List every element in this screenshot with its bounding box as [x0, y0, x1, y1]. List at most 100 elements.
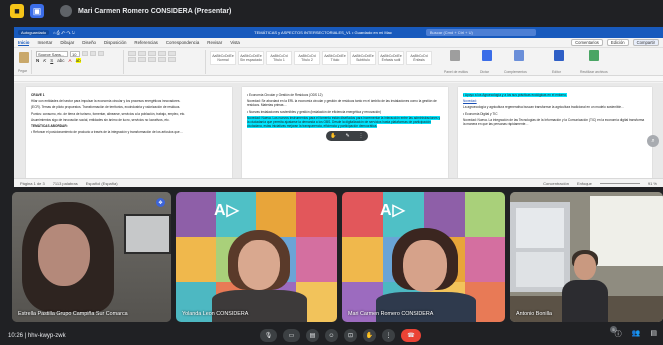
- microphone-icon[interactable]: 🎙: [260, 329, 277, 342]
- edit-mode-button[interactable]: Edición: [606, 39, 629, 46]
- addins-icon[interactable]: [514, 50, 524, 61]
- style-subtitle[interactable]: AaBbCcDdEe Subtítulo: [350, 51, 376, 65]
- justify-icon[interactable]: [158, 57, 166, 62]
- page1-line: • Reforzar el posicionamiento de product…: [31, 130, 183, 135]
- tab-vista[interactable]: Vista: [230, 40, 240, 45]
- multilevel-icon[interactable]: [148, 51, 156, 56]
- strikethrough-icon[interactable]: abc: [57, 58, 64, 63]
- tab-revisar[interactable]: Revisar: [207, 40, 222, 45]
- clock: 10:26: [8, 332, 24, 339]
- page1-heading: CRAVE 1: [31, 93, 45, 97]
- chat-icon[interactable]: ▤: [650, 329, 657, 339]
- captions-icon[interactable]: ▤: [306, 329, 319, 342]
- change-case-icon[interactable]: [98, 51, 104, 56]
- style-label: Subtítulo: [356, 58, 370, 62]
- participant-tile[interactable]: A▷ Yolanda Leon CONSIDERA: [176, 192, 337, 322]
- call-controls: 🎙 ▭ ▤ ☺ ⊡ ✋ ⋮ ☎: [260, 329, 421, 342]
- style-heading-1[interactable]: AaBbCcDd Título 1: [266, 51, 292, 65]
- participant-face: [38, 224, 90, 286]
- camera-icon[interactable]: ▭: [283, 329, 300, 342]
- participant-tile[interactable]: Antonio Bonilla: [510, 192, 663, 322]
- bullets-icon[interactable]: [128, 51, 136, 56]
- pin-icon[interactable]: ✥: [156, 198, 165, 207]
- focus-mode-button[interactable]: Concentración: [543, 181, 569, 186]
- dictate-icon[interactable]: [482, 50, 492, 61]
- search-icon[interactable]: ⌕: [647, 135, 659, 147]
- tab-dibujar[interactable]: Dibujar: [60, 40, 74, 45]
- styles-pane-icon[interactable]: [450, 50, 460, 61]
- font-color-icon[interactable]: A: [69, 58, 72, 63]
- autosave-toggle[interactable]: Autoguardado: [18, 30, 50, 35]
- considera-logo: A▷: [380, 202, 406, 219]
- indent-icon[interactable]: [158, 51, 166, 56]
- numbering-icon[interactable]: [138, 51, 146, 56]
- style-subtle-emphasis[interactable]: AaBbCcDdEe Énfasis sutil: [378, 51, 404, 65]
- search-input[interactable]: Buscar (Cmd + Ctrl + U): [425, 29, 536, 36]
- tab-correspondencia[interactable]: Correspondencia: [166, 40, 199, 45]
- document-page-1[interactable]: CRAVE 1 Hilar con entidades del sector p…: [26, 87, 232, 178]
- participant-body: [376, 292, 476, 322]
- focus-button[interactable]: Enfoque: [577, 181, 592, 186]
- page3-line: Novedad: Nueva. La integración de las Te…: [463, 117, 645, 127]
- more-icon[interactable]: ⋮: [359, 133, 364, 139]
- line-spacing-icon[interactable]: [168, 57, 176, 62]
- page3-highlighted-text: • Apoyo a los Agroecología y a los sus p…: [463, 93, 567, 97]
- italic-icon[interactable]: K: [43, 58, 46, 63]
- font-name-select[interactable]: Source Sans...: [36, 51, 68, 57]
- comments-button[interactable]: Comentarios: [571, 39, 603, 46]
- participant-tile[interactable]: ✥ Estrella Pastilla Grupo Campiña Sur Co…: [12, 192, 171, 322]
- more-options-icon[interactable]: ⋮: [382, 329, 395, 342]
- tab-diseno[interactable]: Diseño: [82, 40, 96, 45]
- shrink-font-icon[interactable]: [90, 51, 96, 56]
- align-left-icon[interactable]: [128, 57, 136, 62]
- style-label: Título 1: [273, 58, 285, 62]
- page1-line: Puntos: consumo, etc. de tierra de turis…: [31, 111, 186, 116]
- style-heading-2[interactable]: AaBbCcDd Título 2: [294, 51, 320, 65]
- paste-icon[interactable]: [19, 52, 29, 63]
- quick-access-icons[interactable]: ⌂ ⎙ ↶ ↷ ↻: [53, 30, 75, 35]
- separator: |: [24, 332, 27, 339]
- style-no-spacing[interactable]: AaBbCcDdEe Sin espaciado: [238, 51, 264, 65]
- yellow-app-icon[interactable]: ■: [10, 4, 24, 18]
- shared-screen: Autoguardado ⌂ ⎙ ↶ ↷ ↻ TEMÁTICAS y ASPEC…: [14, 27, 663, 187]
- editor-icon[interactable]: [554, 50, 564, 61]
- hand-icon[interactable]: ✋: [330, 133, 336, 139]
- paste-group: Pegar: [16, 50, 32, 74]
- emoji-icon[interactable]: ☺: [325, 329, 338, 342]
- document-title: TEMÁTICAS y ASPECTOS INTERSECTORIALES_V1…: [254, 30, 392, 35]
- info-icon[interactable]: ⓘ: [615, 329, 622, 339]
- zoom-slider[interactable]: [599, 182, 640, 184]
- end-call-icon[interactable]: ☎: [401, 329, 421, 342]
- zoom-level[interactable]: 91 %: [648, 181, 657, 186]
- present-icon[interactable]: ⊡: [344, 329, 357, 342]
- presentation-float-controls: ✋ ✎ ⋮: [326, 131, 368, 141]
- share-button[interactable]: Compartir: [632, 39, 659, 46]
- reuse-files-icon[interactable]: [589, 50, 599, 61]
- participant-face: [238, 240, 280, 290]
- presenter-title: Mari Carmen Romero CONSIDERA (Presentar): [78, 7, 232, 15]
- underline-icon[interactable]: S: [50, 58, 53, 63]
- tab-referencias[interactable]: Referencias: [134, 40, 157, 45]
- tab-inicio[interactable]: Inicio: [18, 40, 30, 46]
- document-page-3[interactable]: • Apoyo a los Agroecología y a los sus p…: [458, 87, 652, 178]
- style-title[interactable]: AaBbCcDdEe Título: [322, 51, 348, 65]
- pen-icon[interactable]: ✎: [346, 133, 350, 139]
- font-size-select[interactable]: 10: [70, 51, 80, 57]
- style-normal[interactable]: AaBbCcDdEe Normal: [210, 51, 236, 65]
- tab-insertar[interactable]: Insertar: [37, 40, 52, 45]
- tab-disposicion[interactable]: Disposición: [104, 40, 126, 45]
- meeting-code[interactable]: hhv-kwyp-zwk: [28, 333, 66, 339]
- align-center-icon[interactable]: [138, 57, 146, 62]
- sort-icon[interactable]: [168, 51, 176, 56]
- highlight-icon[interactable]: ab: [75, 58, 81, 63]
- participant-tile[interactable]: A▷ Mari Carmen Romero CONSIDERA: [342, 192, 505, 322]
- people-icon[interactable]: 👥: [632, 329, 641, 339]
- raise-hand-icon[interactable]: ✋: [363, 329, 376, 342]
- align-right-icon[interactable]: [148, 57, 156, 62]
- bold-icon[interactable]: N: [36, 58, 39, 63]
- ribbon: Pegar Source Sans... 10 N K S abc A ab A…: [14, 48, 663, 76]
- blue-app-icon[interactable]: ▣: [30, 4, 44, 18]
- grow-font-icon[interactable]: [82, 51, 88, 56]
- style-emphasis[interactable]: AaBbCcDd Énfasis: [406, 51, 432, 65]
- language[interactable]: Español (España): [86, 181, 118, 186]
